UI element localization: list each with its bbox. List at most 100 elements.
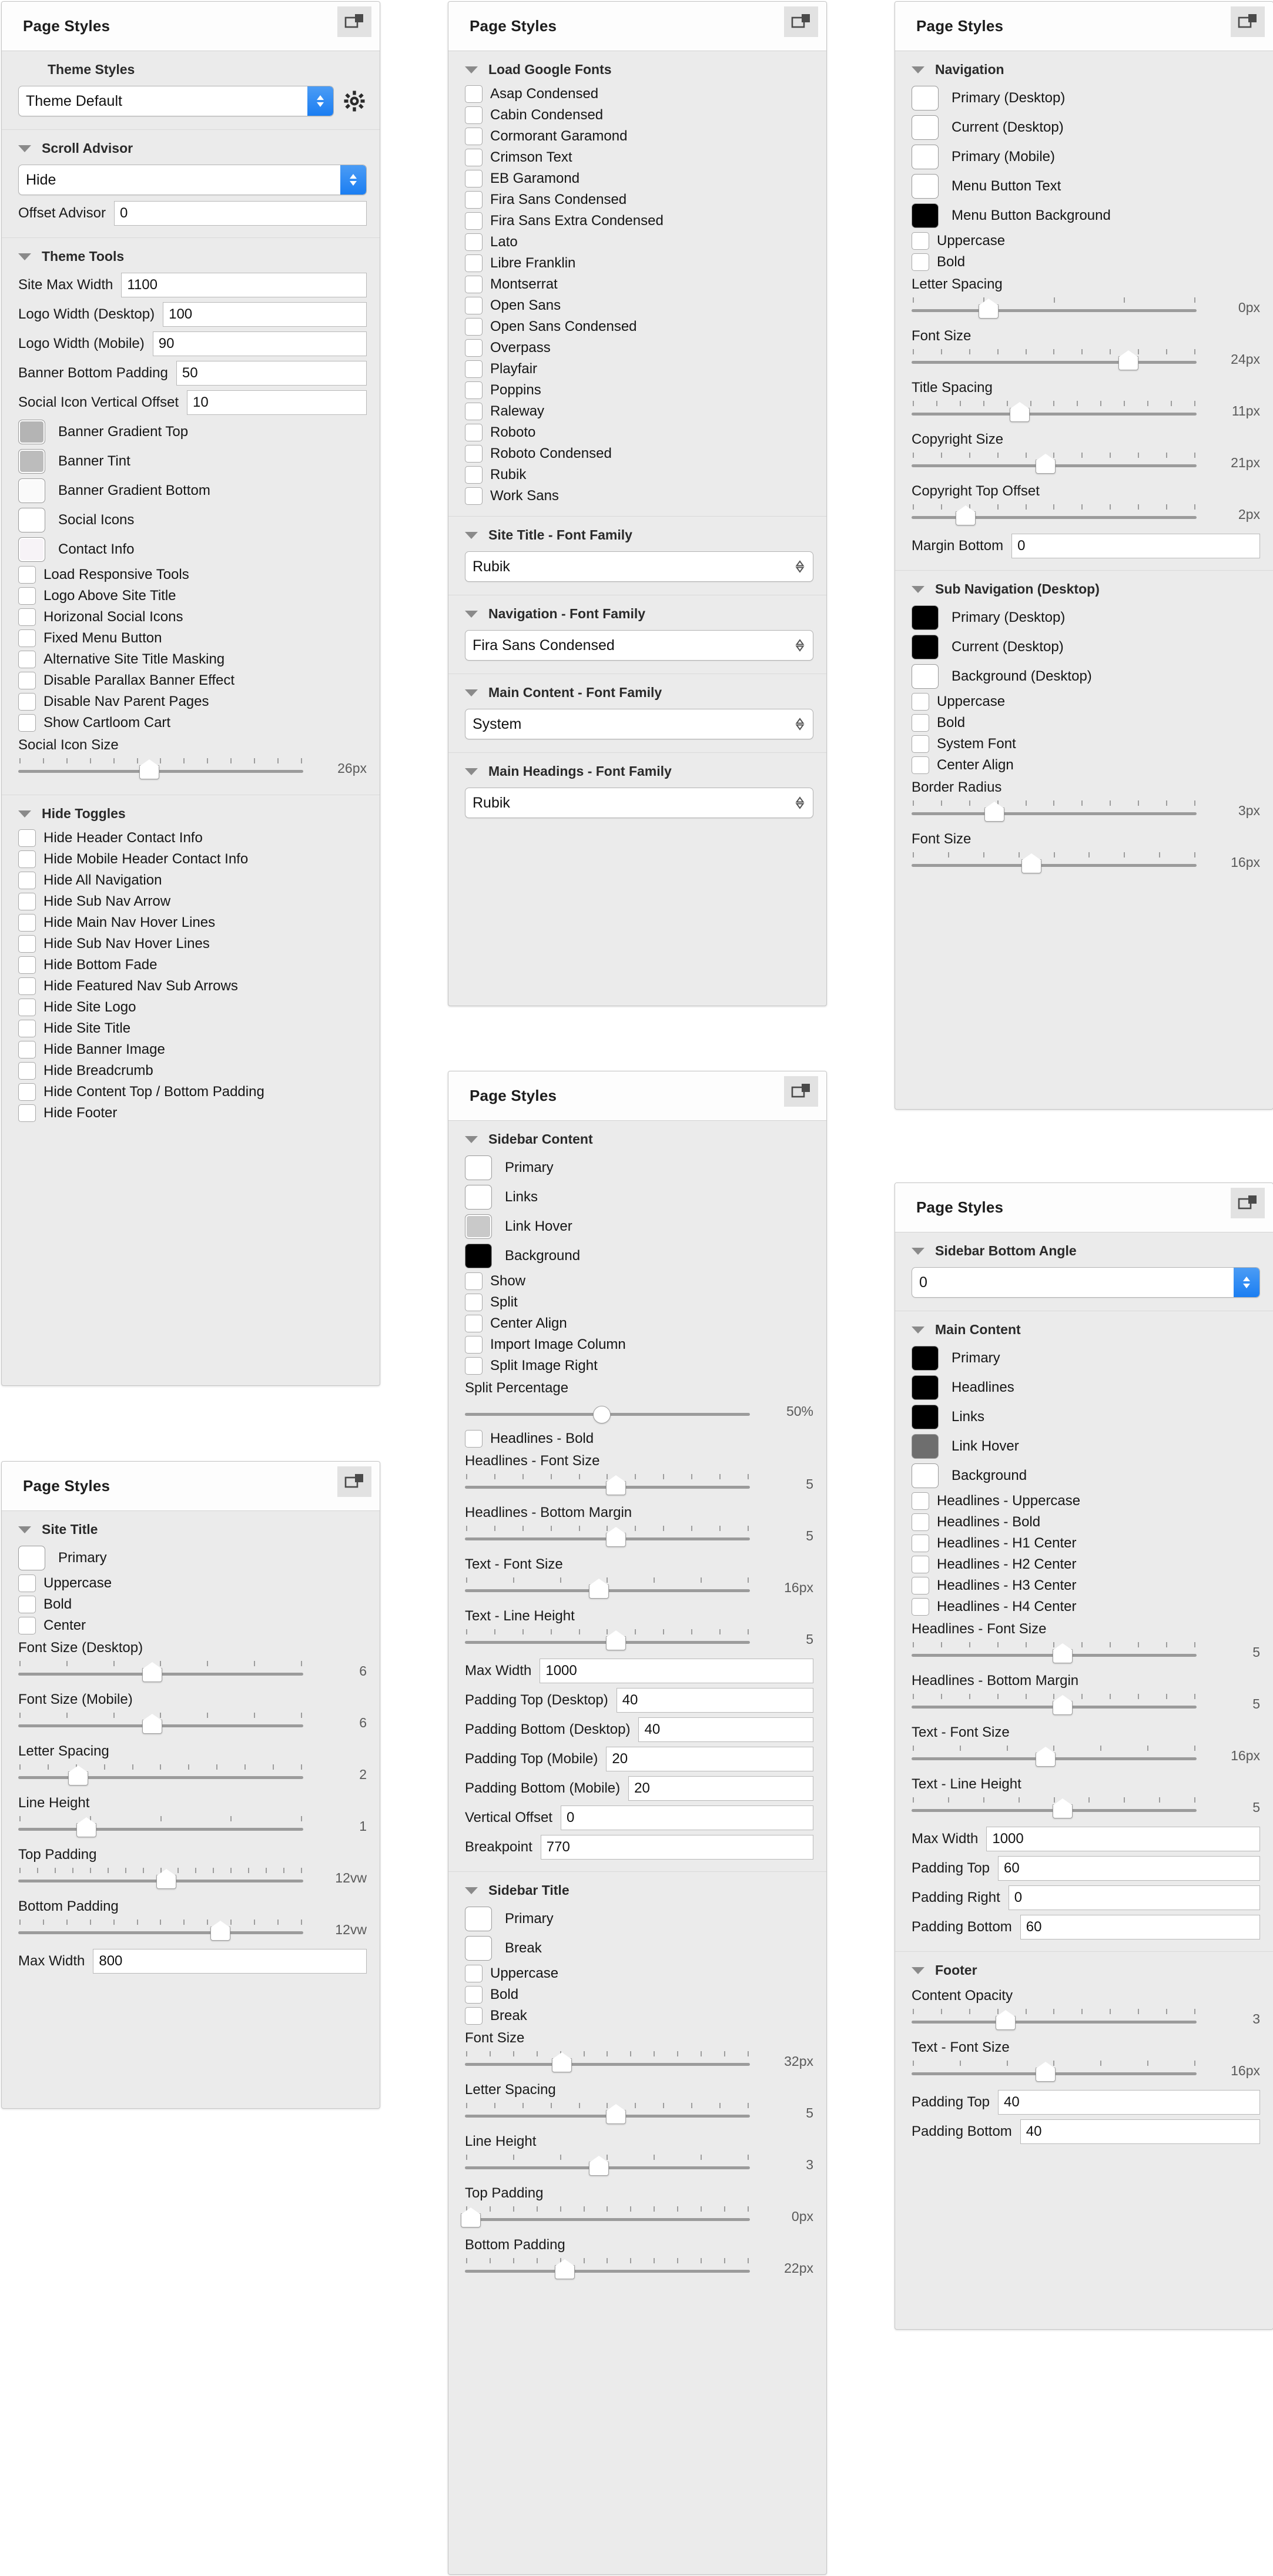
slider[interactable] bbox=[912, 1796, 1197, 1818]
color-swatch[interactable] bbox=[912, 1405, 939, 1429]
checkbox[interactable] bbox=[18, 1020, 36, 1037]
checkbox[interactable] bbox=[18, 1083, 36, 1101]
color-swatch[interactable] bbox=[912, 664, 939, 689]
field-input[interactable]: 10 bbox=[187, 390, 367, 415]
checkbox[interactable] bbox=[912, 756, 929, 774]
field-input[interactable]: 60 bbox=[998, 1856, 1260, 1881]
slider-knob[interactable] bbox=[1035, 1747, 1056, 1767]
checkbox[interactable] bbox=[465, 106, 483, 124]
checkbox[interactable] bbox=[18, 956, 36, 974]
field-input[interactable]: 90 bbox=[152, 331, 367, 356]
window-toggle-icon[interactable] bbox=[1231, 1188, 1265, 1218]
slider[interactable] bbox=[465, 1473, 750, 1495]
field-input[interactable]: 100 bbox=[163, 302, 367, 327]
section-head[interactable]: Navigation bbox=[895, 59, 1273, 83]
section-head[interactable]: Site Title - Font Family bbox=[448, 525, 826, 549]
slider-knob[interactable] bbox=[606, 1527, 627, 1547]
checkbox[interactable] bbox=[465, 191, 483, 209]
slider[interactable] bbox=[18, 1918, 303, 1941]
slider[interactable] bbox=[465, 2102, 750, 2124]
color-swatch[interactable] bbox=[18, 420, 45, 444]
checkbox[interactable] bbox=[912, 232, 929, 250]
color-swatch[interactable] bbox=[912, 1346, 939, 1371]
section-head[interactable]: Scroll Advisor bbox=[2, 138, 380, 162]
slider[interactable] bbox=[18, 1867, 303, 1889]
checkbox[interactable] bbox=[18, 566, 36, 584]
color-swatch[interactable] bbox=[912, 86, 939, 110]
checkbox[interactable] bbox=[465, 149, 483, 166]
slider-knob[interactable] bbox=[156, 1869, 177, 1889]
slider[interactable] bbox=[912, 348, 1197, 370]
slider-knob[interactable] bbox=[606, 1475, 627, 1495]
field-input[interactable]: 0 bbox=[560, 1805, 813, 1830]
checkbox[interactable] bbox=[18, 850, 36, 868]
checkbox[interactable] bbox=[912, 1556, 929, 1573]
color-swatch[interactable] bbox=[18, 1546, 45, 1570]
checkbox[interactable] bbox=[465, 170, 483, 187]
slider-knob[interactable] bbox=[588, 2156, 609, 2176]
offset-advisor-input[interactable]: 0 bbox=[113, 201, 367, 226]
slider-knob[interactable] bbox=[68, 1766, 88, 1786]
checkbox[interactable] bbox=[465, 1272, 483, 1290]
checkbox[interactable] bbox=[465, 1965, 483, 1982]
checkbox[interactable] bbox=[465, 318, 483, 336]
checkbox[interactable] bbox=[18, 1062, 36, 1080]
checkbox[interactable] bbox=[18, 608, 36, 626]
theme-styles-select[interactable]: Theme Default bbox=[18, 86, 334, 116]
slider-knob[interactable] bbox=[142, 1714, 162, 1734]
slider-knob[interactable] bbox=[1035, 2062, 1056, 2082]
window-toggle-icon[interactable] bbox=[337, 6, 371, 37]
slider[interactable] bbox=[912, 400, 1197, 422]
checkbox[interactable] bbox=[465, 381, 483, 399]
checkbox[interactable] bbox=[465, 212, 483, 230]
slider[interactable] bbox=[18, 1660, 303, 1682]
checkbox[interactable] bbox=[465, 445, 483, 463]
field-input[interactable]: 1000 bbox=[540, 1659, 813, 1683]
slider-social-icon-size[interactable] bbox=[18, 757, 303, 779]
checkbox[interactable] bbox=[465, 1294, 483, 1311]
slider-knob[interactable] bbox=[956, 505, 976, 525]
checkbox[interactable] bbox=[912, 1598, 929, 1616]
checkbox[interactable] bbox=[912, 693, 929, 711]
slider[interactable] bbox=[460, 2205, 750, 2227]
checkbox[interactable] bbox=[465, 487, 483, 505]
checkbox[interactable] bbox=[18, 999, 36, 1016]
slider[interactable] bbox=[912, 1744, 1197, 1767]
field-input[interactable]: 0 bbox=[1008, 1885, 1260, 1910]
slider-knob[interactable] bbox=[1010, 402, 1030, 422]
color-swatch[interactable] bbox=[912, 605, 939, 630]
color-swatch[interactable] bbox=[465, 1936, 492, 1961]
slider-knob[interactable] bbox=[978, 299, 999, 319]
color-swatch[interactable] bbox=[912, 1434, 939, 1459]
slider-knob[interactable] bbox=[76, 1817, 97, 1837]
slider[interactable] bbox=[912, 2059, 1197, 2082]
checkbox[interactable] bbox=[465, 297, 483, 314]
slider-knob[interactable] bbox=[606, 2104, 627, 2124]
color-swatch[interactable] bbox=[18, 537, 45, 562]
color-swatch[interactable] bbox=[912, 1463, 939, 1488]
checkbox[interactable] bbox=[18, 893, 36, 910]
color-swatch[interactable] bbox=[912, 635, 939, 659]
checkbox[interactable] bbox=[465, 466, 483, 484]
gear-icon[interactable] bbox=[342, 89, 367, 113]
checkbox[interactable] bbox=[465, 1986, 483, 2004]
checkbox[interactable] bbox=[465, 276, 483, 293]
checkbox[interactable] bbox=[18, 714, 36, 732]
slider[interactable] bbox=[912, 799, 1197, 822]
color-swatch[interactable] bbox=[912, 115, 939, 140]
checkbox[interactable] bbox=[465, 339, 483, 357]
slider-knob[interactable] bbox=[606, 1630, 627, 1650]
checkbox[interactable] bbox=[18, 935, 36, 953]
scroll-advisor-select[interactable]: Hide bbox=[18, 165, 367, 195]
section-head[interactable]: Sub Navigation (Desktop) bbox=[895, 579, 1273, 603]
checkbox[interactable] bbox=[465, 1315, 483, 1332]
checkbox[interactable] bbox=[18, 1617, 36, 1634]
color-swatch[interactable] bbox=[465, 1907, 492, 1931]
field-input[interactable]: 40 bbox=[1020, 2119, 1260, 2144]
checkbox[interactable] bbox=[465, 424, 483, 441]
checkbox[interactable] bbox=[912, 1577, 929, 1594]
slider[interactable] bbox=[912, 851, 1197, 873]
slider[interactable] bbox=[18, 1763, 303, 1786]
slider-knob[interactable] bbox=[1053, 1798, 1073, 1818]
section-head[interactable]: Main Content - Font Family bbox=[448, 682, 826, 706]
